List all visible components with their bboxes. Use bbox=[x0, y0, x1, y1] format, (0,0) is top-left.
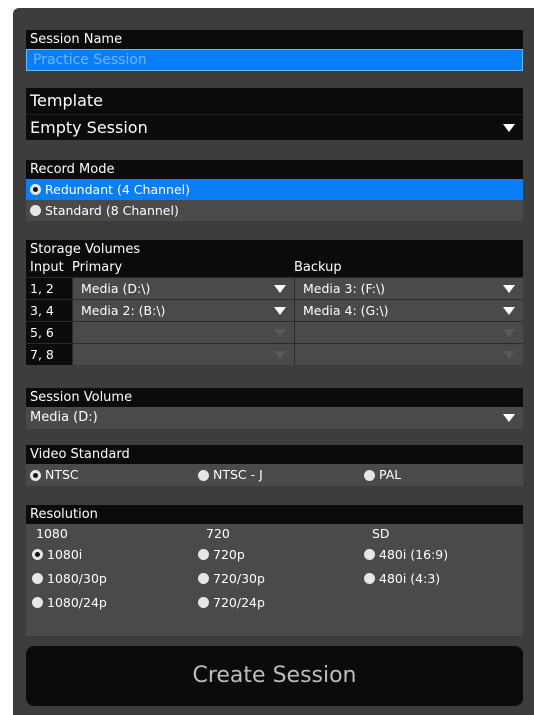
record-mode-label: Record Mode bbox=[26, 160, 523, 179]
storage-header-primary: Primary bbox=[72, 260, 123, 275]
resolution-480i-4-3-option[interactable]: 480i (4:3) bbox=[364, 569, 440, 587]
video-standard-pal-option[interactable]: PAL bbox=[364, 464, 401, 486]
record-mode-option-label: Standard (8 Channel) bbox=[45, 203, 179, 218]
backup-volume-value: Media 4: (G:\) bbox=[303, 303, 389, 318]
resolution-480i-16-9-option[interactable]: 480i (16:9) bbox=[364, 545, 448, 563]
resolution-option-label: 1080/30p bbox=[47, 570, 107, 586]
primary-volume-value: Media 2: (B:\) bbox=[81, 303, 166, 318]
resolution-1080-30p-option[interactable]: 1080/30p bbox=[32, 569, 107, 587]
resolution-option-label: 720/30p bbox=[213, 570, 265, 586]
storage-row-input: 1, 2 bbox=[26, 278, 72, 299]
radio-unselected-icon bbox=[30, 205, 41, 216]
chevron-down-icon bbox=[503, 414, 515, 422]
storage-row: 5, 6 bbox=[26, 321, 523, 343]
radio-unselected-icon bbox=[198, 596, 209, 608]
primary-volume-value: Media (D:\) bbox=[81, 281, 151, 296]
backup-volume-dropdown[interactable]: Media 4: (G:\) bbox=[294, 300, 523, 321]
radio-unselected-icon bbox=[32, 572, 43, 584]
radio-selected-icon bbox=[32, 548, 43, 560]
resolution-720-30p-option[interactable]: 720/30p bbox=[198, 569, 265, 587]
video-standard-label: Video Standard bbox=[26, 445, 523, 464]
storage-header-input: Input bbox=[26, 259, 72, 277]
storage-row-input: 3, 4 bbox=[26, 300, 72, 321]
resolution-option-label: 1080/24p bbox=[47, 594, 107, 610]
radio-unselected-icon bbox=[364, 469, 375, 481]
radio-unselected-icon bbox=[198, 469, 209, 481]
resolution-option-label: 1080i bbox=[47, 546, 83, 562]
chevron-down-icon bbox=[274, 350, 286, 359]
resolution-1080i-option[interactable]: 1080i bbox=[32, 545, 82, 563]
radio-unselected-icon bbox=[198, 572, 209, 584]
video-standard-option-label: NTSC - J bbox=[213, 467, 263, 482]
resolution-col-header-sd: SD bbox=[372, 526, 390, 541]
backup-volume-value: Media 3: (F:\) bbox=[303, 281, 386, 296]
primary-volume-dropdown[interactable]: Media (D:\) bbox=[72, 278, 294, 299]
session-name-label: Session Name bbox=[26, 30, 523, 49]
video-standard-option-label: PAL bbox=[379, 467, 402, 482]
backup-volume-dropdown bbox=[294, 322, 523, 343]
template-selected-value: Empty Session bbox=[30, 118, 148, 137]
chevron-down-icon bbox=[503, 350, 515, 359]
backup-volume-dropdown[interactable]: Media 3: (F:\) bbox=[294, 278, 523, 299]
resolution-option-label: 480i (16:9) bbox=[379, 546, 449, 562]
record-mode-redundant-option[interactable]: Redundant (4 Channel) bbox=[26, 179, 523, 200]
video-standard-ntsc-j-option[interactable]: NTSC - J bbox=[198, 464, 263, 486]
chevron-down-icon bbox=[274, 284, 286, 293]
resolution-option-label: 720/24p bbox=[213, 594, 265, 610]
resolution-1080-24p-option[interactable]: 1080/24p bbox=[32, 593, 107, 611]
storage-volumes-label: Storage Volumes bbox=[26, 240, 523, 259]
storage-row: 3, 4 Media 2: (B:\) Media 4: (G:\) bbox=[26, 299, 523, 321]
create-session-button[interactable]: Create Session bbox=[26, 646, 523, 706]
resolution-col-header-720: 720 bbox=[206, 526, 230, 541]
radio-unselected-icon bbox=[32, 596, 43, 608]
storage-volumes-section: Storage Volumes Input Primary Backup 1, … bbox=[26, 240, 523, 365]
storage-row-input: 5, 6 bbox=[26, 322, 72, 343]
record-mode-option-label: Redundant (4 Channel) bbox=[45, 182, 190, 197]
template-section: Template Empty Session bbox=[26, 88, 523, 140]
session-volume-label: Session Volume bbox=[26, 388, 523, 407]
resolution-label: Resolution bbox=[26, 505, 523, 524]
resolution-section: Resolution 1080 720 SD 1080i 1080/30p 10… bbox=[26, 505, 523, 636]
chevron-down-icon bbox=[503, 284, 515, 293]
session-name-section: Session Name Practice Session bbox=[26, 30, 523, 71]
storage-row: 1, 2 Media (D:\) Media 3: (F:\) bbox=[26, 277, 523, 299]
backup-volume-dropdown bbox=[294, 344, 523, 365]
radio-selected-icon bbox=[30, 469, 41, 481]
session-name-input[interactable]: Practice Session bbox=[26, 49, 523, 71]
video-standard-options: NTSC NTSC - J PAL bbox=[26, 464, 523, 486]
video-standard-ntsc-option[interactable]: NTSC bbox=[30, 464, 79, 486]
storage-row: 7, 8 bbox=[26, 343, 523, 365]
primary-volume-dropdown[interactable]: Media 2: (B:\) bbox=[72, 300, 294, 321]
chevron-down-icon bbox=[503, 123, 515, 132]
resolution-col-header-1080: 1080 bbox=[36, 526, 68, 541]
session-volume-value: Media (D:) bbox=[30, 410, 98, 425]
new-session-panel: Session Name Practice Session Template E… bbox=[13, 8, 534, 715]
chevron-down-icon bbox=[503, 328, 515, 337]
radio-selected-icon bbox=[30, 184, 41, 195]
chevron-down-icon bbox=[274, 328, 286, 337]
session-volume-section: Session Volume Media (D:) bbox=[26, 388, 523, 429]
record-mode-section: Record Mode Redundant (4 Channel) Standa… bbox=[26, 160, 523, 221]
resolution-720-24p-option[interactable]: 720/24p bbox=[198, 593, 265, 611]
radio-unselected-icon bbox=[364, 548, 375, 560]
chevron-down-icon bbox=[503, 306, 515, 315]
chevron-down-icon bbox=[274, 306, 286, 315]
storage-row-input: 7, 8 bbox=[26, 344, 72, 365]
primary-volume-dropdown bbox=[72, 322, 294, 343]
radio-unselected-icon bbox=[364, 572, 375, 584]
storage-table-header: Input Primary Backup bbox=[26, 259, 523, 277]
template-dropdown[interactable]: Empty Session bbox=[26, 114, 523, 140]
session-volume-dropdown[interactable]: Media (D:) bbox=[26, 407, 523, 429]
record-mode-standard-option[interactable]: Standard (8 Channel) bbox=[26, 200, 523, 221]
radio-unselected-icon bbox=[198, 548, 209, 560]
video-standard-section: Video Standard NTSC NTSC - J PAL bbox=[26, 445, 523, 486]
video-standard-option-label: NTSC bbox=[45, 467, 79, 482]
primary-volume-dropdown bbox=[72, 344, 294, 365]
resolution-720p-option[interactable]: 720p bbox=[198, 545, 245, 563]
resolution-options: 1080 720 SD 1080i 1080/30p 1080/24p 720p bbox=[26, 524, 523, 636]
resolution-option-label: 720p bbox=[213, 546, 245, 562]
template-label: Template bbox=[26, 88, 523, 114]
storage-header-backup: Backup bbox=[294, 260, 342, 275]
resolution-option-label: 480i (4:3) bbox=[379, 570, 441, 586]
